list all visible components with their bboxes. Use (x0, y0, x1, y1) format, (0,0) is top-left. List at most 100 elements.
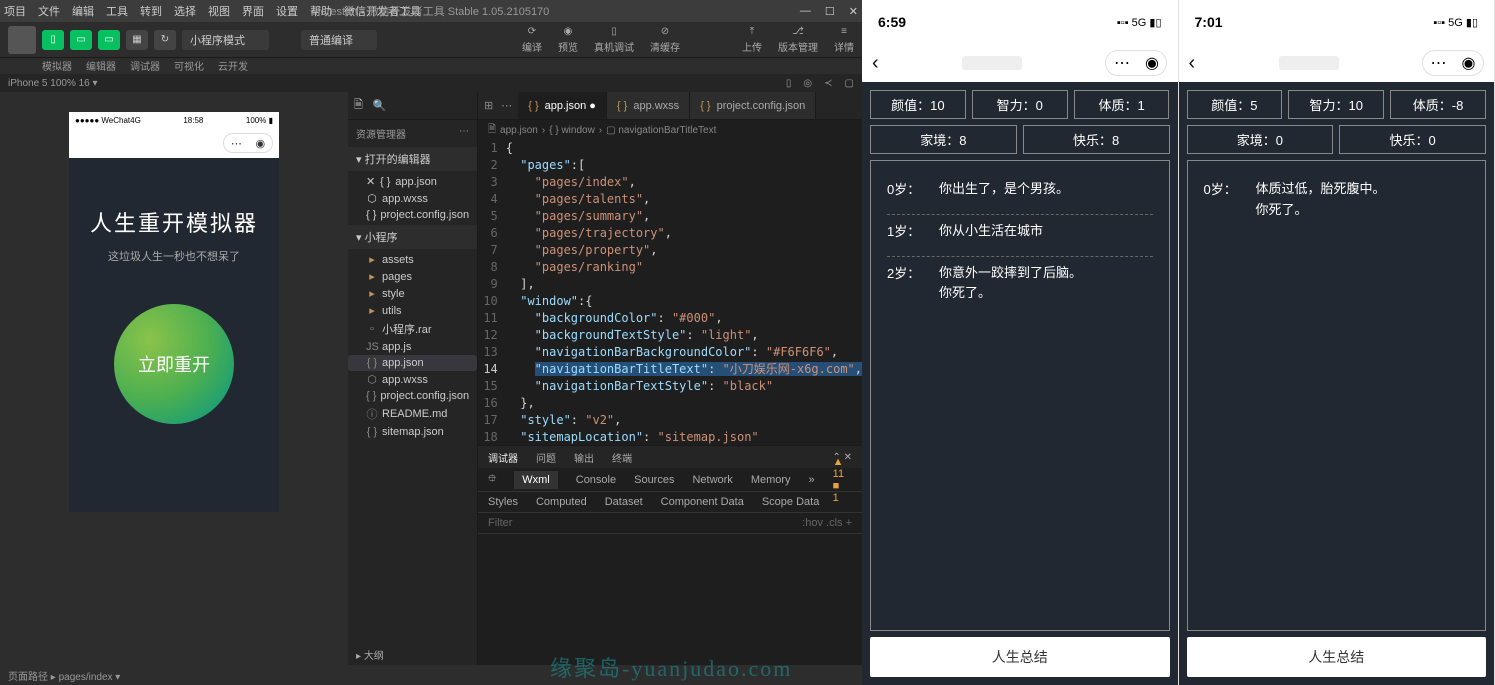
tree-item[interactable]: ⓘREADME.md (348, 404, 477, 424)
tree-item[interactable]: ▫小程序.rar (348, 319, 477, 339)
files-icon[interactable]: 🗎 (354, 96, 363, 115)
tree-item[interactable]: JSapp.js (348, 339, 477, 355)
detail-button[interactable]: ≡详情 (834, 26, 854, 54)
devtools-subtab[interactable]: Scope Data (762, 496, 819, 508)
menu-item[interactable]: 转到 (140, 6, 162, 18)
sources-tab[interactable]: Sources (634, 474, 674, 486)
window-controls[interactable]: ―☐✕ (800, 5, 858, 18)
version-button[interactable]: ⎇版本管理 (778, 26, 818, 54)
restart-button[interactable]: 立即重开 (114, 304, 234, 424)
editor-tab[interactable]: { }project.config.json (690, 92, 816, 119)
subtool-item[interactable]: 编辑器 (86, 58, 116, 74)
subtool-item[interactable]: 模拟器 (42, 58, 72, 74)
menu-item[interactable]: 设置 (276, 6, 298, 18)
stat-box: 颜值：5 (1187, 90, 1283, 119)
stat-box: 快乐：8 (1023, 125, 1170, 154)
devtools-subtab[interactable]: Styles (488, 496, 518, 508)
compile-button[interactable]: ⟳编译 (522, 26, 542, 54)
project-section[interactable]: ▾ 小程序 (348, 225, 477, 249)
capsule-button[interactable]: ⋯◉ (223, 133, 273, 153)
event-row: 1岁：你从小生活在城市 (887, 215, 1153, 257)
stat-box: 快乐：0 (1339, 125, 1486, 154)
memory-tab[interactable]: Memory (751, 474, 791, 486)
subtool-item[interactable]: 调试器 (130, 58, 160, 74)
tree-item[interactable]: ⬡app.wxss (348, 371, 477, 388)
explorer-sidebar: 🗎🔍 资源管理器⋯ ▾ 打开的编辑器 ✕ { }app.json ⬡app.wx… (348, 92, 478, 665)
compile-select[interactable]: 普通编译 (301, 30, 377, 50)
sim-tablet-button[interactable]: ▭ (70, 30, 92, 50)
event-row: 2岁：你意外一跤摔到了后脑。你死了。 (887, 257, 1153, 319)
back-icon[interactable]: ‹ (1189, 52, 1196, 75)
layout-button[interactable]: ▦ (126, 30, 148, 50)
refresh-button[interactable]: ↻ (154, 30, 176, 50)
simulator-panel: ●●●●● WeChat4G 18:58 100% ▮ ⋯◉ 人生重开模拟器 这… (0, 92, 348, 665)
code-editor[interactable]: 12345678910111213141516171819 { "pages":… (478, 140, 862, 445)
capsule-button[interactable]: ⋯◉ (1422, 50, 1484, 76)
menu-item[interactable]: 工具 (106, 6, 128, 18)
devtools-tabs: 调试器 问题 输出 终端 ⌃ ✕ (478, 446, 862, 468)
mobile-header: ‹ ⋯◉ (1179, 44, 1495, 82)
realdebug-button[interactable]: ▯真机调试 (594, 26, 634, 54)
output-tab[interactable]: 输出 (574, 450, 594, 465)
upload-button[interactable]: ⤒上传 (742, 26, 762, 54)
summary-button[interactable]: 人生总结 (1187, 637, 1487, 677)
menu-item[interactable]: 编辑 (72, 6, 94, 18)
sim-mobile-button[interactable]: ▯ (42, 30, 64, 50)
mobile-phone-a: 6:59▪▫▪ 5G ▮▯ ‹ ⋯◉ 颜值：10智力：0体质：1 家境：8快乐：… (862, 0, 1179, 685)
sim-navbar: ⋯◉ (69, 128, 279, 158)
open-editor-item[interactable]: ⬡app.wxss (348, 190, 477, 207)
menu-item[interactable]: 项目 (4, 6, 26, 18)
tree-item[interactable]: { }project.config.json (348, 388, 477, 404)
mobile-previews: 6:59▪▫▪ 5G ▮▯ ‹ ⋯◉ 颜值：10智力：0体质：1 家境：8快乐：… (862, 0, 1495, 685)
editor-more-icon[interactable]: ⋯ (501, 99, 512, 112)
tree-item[interactable]: ▸style (348, 285, 477, 302)
terminal-tab[interactable]: 终端 (612, 450, 632, 465)
problem-tab[interactable]: 问题 (536, 450, 556, 465)
mobile-statusbar: 6:59▪▫▪ 5G ▮▯ (862, 0, 1178, 44)
wxml-tab[interactable]: Wxml (514, 471, 558, 489)
editor-tab[interactable]: { }app.json ● (518, 92, 607, 119)
menu-item[interactable]: 视图 (208, 6, 230, 18)
tree-item[interactable]: { }sitemap.json (348, 424, 477, 440)
tree-item[interactable]: ▸utils (348, 302, 477, 319)
titlebar: 项目文件编辑工具转到选择视图界面设置帮助微信开发者工具 liferestart … (0, 0, 862, 22)
menu-item[interactable]: 界面 (242, 6, 264, 18)
open-editor-item[interactable]: ✕ { }app.json (348, 173, 477, 190)
simulator-device: ●●●●● WeChat4G 18:58 100% ▮ ⋯◉ 人生重开模拟器 这… (69, 112, 279, 512)
mode-select[interactable]: 小程序模式 (182, 30, 269, 50)
inspector-icon[interactable]: ⯐ (488, 470, 496, 489)
clearcache-button[interactable]: ⊘清缓存 (650, 26, 680, 54)
subtool-item[interactable]: 云开发 (218, 58, 248, 74)
editor-nav-icon[interactable]: ⊞ (484, 99, 493, 112)
subtool-item[interactable]: 可视化 (174, 58, 204, 74)
devtools-subtab[interactable]: Component Data (661, 496, 744, 508)
sim-pc-button[interactable]: ▭ (98, 30, 120, 50)
avatar[interactable] (8, 26, 36, 54)
open-editor-item[interactable]: { }project.config.json (348, 207, 477, 223)
tree-item[interactable]: ▸pages (348, 268, 477, 285)
editor-tab[interactable]: { }app.wxss (607, 92, 690, 119)
event-row: 0岁：你出生了，是个男孩。 (887, 173, 1153, 215)
back-icon[interactable]: ‹ (872, 52, 879, 75)
cls-toggle[interactable]: :hov .cls + (802, 517, 852, 529)
more-icon[interactable]: ⋯ (459, 126, 469, 141)
filter-input[interactable]: Filter (488, 517, 512, 529)
menu-item[interactable]: 选择 (174, 6, 196, 18)
breadcrumb[interactable]: 🗎 app.json › { } window › ▢ navigationBa… (478, 120, 862, 140)
tree-item[interactable]: ▸assets (348, 251, 477, 268)
devtools-subtab[interactable]: Computed (536, 496, 587, 508)
devtools-subtab[interactable]: Dataset (605, 496, 643, 508)
search-icon[interactable]: 🔍 (373, 99, 387, 112)
capsule-button[interactable]: ⋯◉ (1105, 50, 1167, 76)
open-editors-section[interactable]: ▾ 打开的编辑器 (348, 147, 477, 171)
network-tab[interactable]: Network (692, 474, 732, 486)
summary-button[interactable]: 人生总结 (870, 637, 1170, 677)
more-tab[interactable]: » (809, 474, 815, 486)
device-bar[interactable]: iPhone 5 100% 16 ▾▯◎≺▢ (0, 74, 862, 92)
console-tab[interactable]: Console (576, 474, 616, 486)
preview-button[interactable]: ◉预览 (558, 26, 578, 54)
outline-section[interactable]: ▸ 大纲 (348, 645, 477, 665)
menu-item[interactable]: 文件 (38, 6, 60, 18)
debug-tab[interactable]: 调试器 (488, 450, 518, 465)
tree-item[interactable]: { }app.json (348, 355, 477, 371)
